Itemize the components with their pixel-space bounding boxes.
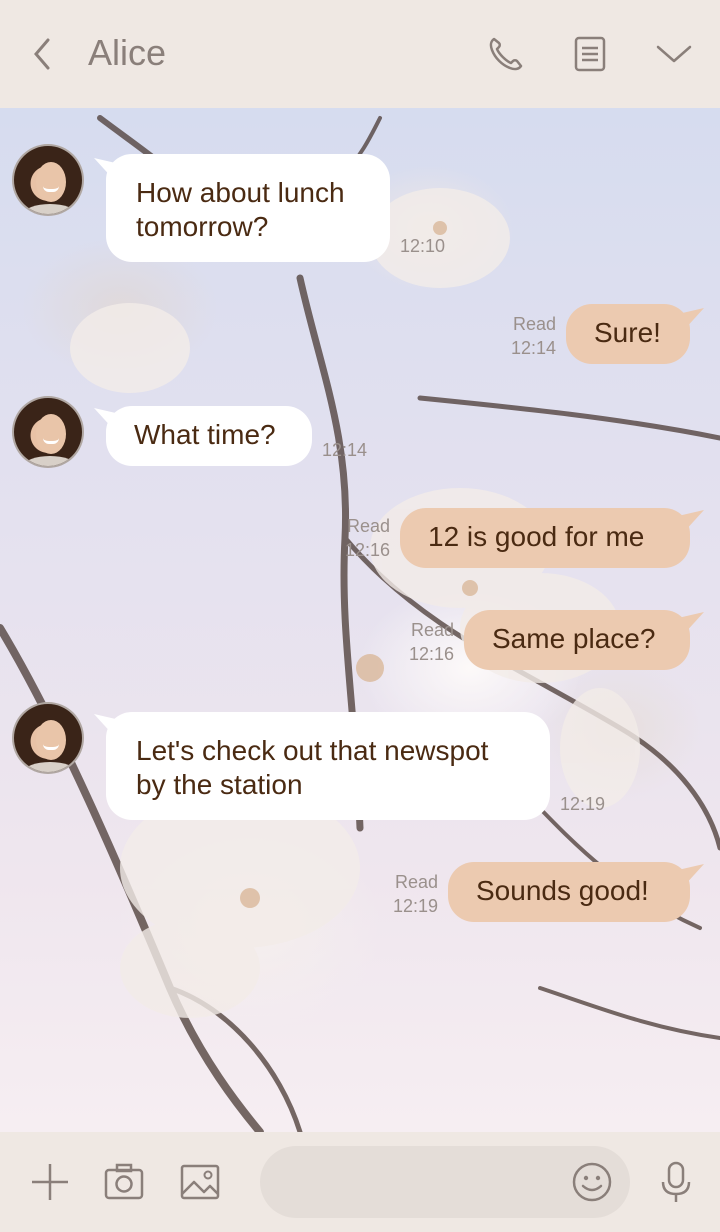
microphone-icon[interactable] (654, 1160, 698, 1204)
back-chevron-icon[interactable] (26, 34, 58, 74)
message-bubble-outgoing[interactable]: Sure! (566, 304, 690, 364)
bubble-tail (678, 864, 704, 886)
message-text: Sounds good! (476, 875, 649, 906)
message-time: 12:10 (400, 236, 446, 256)
contact-avatar[interactable] (12, 702, 84, 774)
plus-icon[interactable] (28, 1160, 72, 1204)
message-text: Sure! (594, 317, 661, 348)
message-time: 12:19 (392, 896, 438, 916)
read-receipt: Read (346, 516, 390, 536)
message-text: tomorrow? (136, 211, 269, 242)
message-text: Let's check out that newspot (136, 735, 489, 766)
message-time: 12:14 (510, 338, 556, 358)
message-text: What time? (134, 419, 276, 450)
message-time: 12:19 (560, 794, 606, 814)
bubble-tail (678, 308, 704, 330)
contact-avatar[interactable] (12, 144, 84, 216)
message-time: 12:16 (408, 644, 454, 664)
image-icon[interactable] (178, 1160, 222, 1204)
message-time: 12:16 (344, 540, 390, 560)
message-time: 12:14 (322, 440, 368, 460)
message-composer (0, 1132, 720, 1232)
message-bubble-outgoing[interactable]: 12 is good for me (400, 508, 690, 568)
message-text: by the station (136, 769, 303, 800)
message-bubble-outgoing[interactable]: Same place? (464, 610, 690, 670)
read-receipt: Read (512, 314, 556, 334)
chat-title: Alice (88, 32, 167, 73)
contact-avatar[interactable] (12, 396, 84, 468)
message-text: 12 is good for me (428, 521, 645, 552)
bubble-tail (678, 612, 704, 634)
chat-area[interactable]: How about lunch tomorrow? 12:10 Read 12:… (0, 108, 720, 1132)
chat-header: Alice (0, 0, 720, 108)
message-bubble-incoming[interactable]: What time? (106, 406, 312, 466)
message-bubble-outgoing[interactable]: Sounds good! (448, 862, 690, 922)
message-text: Same place? (492, 623, 656, 654)
message-text: How about lunch (136, 177, 345, 208)
chevron-down-icon[interactable] (652, 32, 696, 76)
message-bubble-incoming[interactable]: Let's check out that newspot by the stat… (106, 712, 550, 820)
camera-icon[interactable] (102, 1160, 146, 1204)
read-receipt: Read (410, 620, 454, 640)
emoji-icon[interactable] (570, 1160, 614, 1204)
read-receipt: Read (394, 872, 438, 892)
notes-icon[interactable] (568, 32, 612, 76)
bubble-tail (678, 510, 704, 532)
phone-icon[interactable] (484, 32, 528, 76)
message-bubble-incoming[interactable]: How about lunch tomorrow? (106, 154, 390, 262)
